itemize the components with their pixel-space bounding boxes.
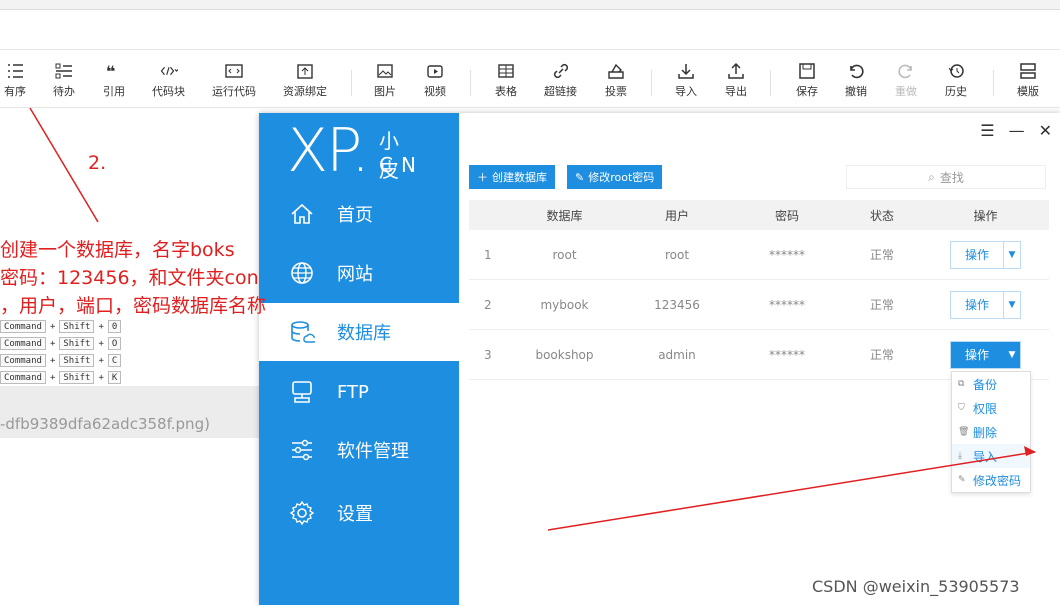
csdn-watermark: CSDN @weixin_53905573 xyxy=(812,577,1020,596)
screenshot-root: 有序 待办 ❝ 引用 代码块 运行代码 资源绑定 图片 视频 表格 超链接 投票… xyxy=(0,0,1060,605)
annotation-step: 2. xyxy=(88,152,107,174)
arrow-head-icon xyxy=(1024,446,1036,456)
annotation-line2: 密码：123456，和文件夹con xyxy=(0,267,259,289)
annotation-line1: 创建一个数据库，名字boks xyxy=(0,239,235,261)
annotation-arrow-line xyxy=(547,451,1036,531)
annotation-line3: ，用户，端口，密码数据库名称 xyxy=(0,295,267,317)
